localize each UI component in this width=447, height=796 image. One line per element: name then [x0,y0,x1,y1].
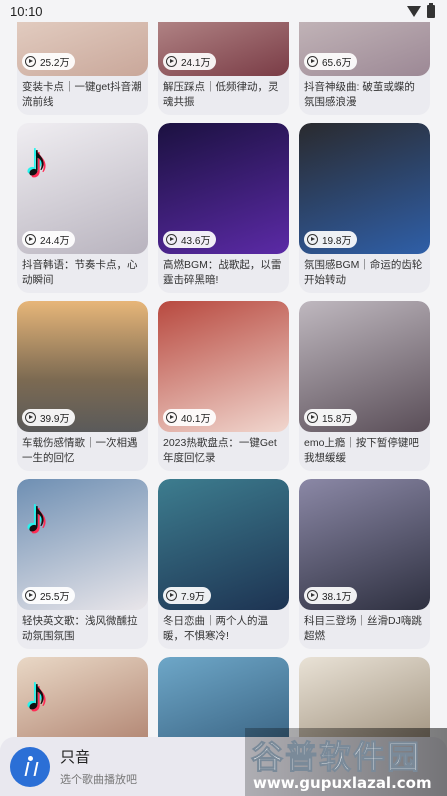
play-count-badge: 65.6万 [304,53,358,70]
player-subtitle: 选个歌曲播放吧 [60,774,137,786]
play-icon [307,590,318,601]
song-cover-image: 19.8万 [299,123,430,254]
play-count-badge: 15.8万 [304,409,358,426]
play-count-badge: 38.1万 [304,587,358,604]
battery-icon [427,2,435,18]
song-card[interactable]: 43.6万高燃BGM：战歌起，以雷霆击碎黑暗! [158,123,289,293]
play-icon [307,56,318,67]
player-text: 只音 选个歌曲播放吧 [60,746,137,787]
song-cover-image: 40.1万 [158,301,289,432]
play-icon [25,590,36,601]
play-count: 40.1万 [181,414,211,425]
song-cover-image: 38.1万 [299,479,430,610]
song-card-title: emo上瘾｜按下暂停键吧我想缓缓 [304,437,419,464]
watermark-text: 谷普软件园 [250,739,422,776]
play-count-badge: 25.2万 [22,53,76,70]
play-count: 19.8万 [322,236,352,247]
play-icon [166,234,177,245]
play-icon [307,234,318,245]
song-card-title: 车载伤感情歌｜一次相遇一生的回忆 [22,437,138,464]
tiktok-logo-icon: ♪ [25,134,48,186]
song-cover-image: 15.8万 [299,301,430,432]
watermark: 谷普软件园 www.gupuxlazal.com [245,728,447,796]
play-icon [25,56,36,67]
play-count: 65.6万 [322,58,352,69]
player-title: 只音 [60,749,91,766]
song-card[interactable]: 15.8万 emo上瘾｜按下暂停键吧我想缓缓 [299,301,430,471]
song-card[interactable]: ♪ 24.4万抖音韩语：节奏卡点，心动瞬间 [17,123,148,293]
tiktok-logo-icon: ♪ [25,490,48,542]
play-count-badge: 40.1万 [163,409,217,426]
song-card-title: 解压踩点｜低频律动，灵魂共振 [163,81,279,108]
play-count: 25.5万 [40,592,70,603]
song-card-title: 2023热歌盘点：一键Get年度回忆录 [163,437,277,464]
play-count-badge: 39.9万 [22,409,76,426]
song-cover-image: ♪ 25.5万 [17,479,148,610]
play-count: 24.4万 [40,236,70,247]
player-logo-icon [10,746,50,787]
song-card-title: 变装卡点｜一键get抖音潮流前线 [22,81,142,108]
status-bar: 10:10 [0,0,447,22]
play-count: 39.9万 [40,414,70,425]
song-cover-image: ♪ 24.4万 [17,123,148,254]
play-count-badge: 25.5万 [22,587,76,604]
song-card-title: 抖音神级曲: 破茧或蝶的氛围感浪漫 [304,81,415,108]
song-card-grid: ♪ 25.2万变装卡点｜一键get抖音潮流前线 24.1万解压踩点｜低频律动，灵魂共… [17,0,430,796]
play-count: 43.6万 [181,236,211,247]
play-count: 15.8万 [322,414,352,425]
watermark-url: www.gupuxlazal.com [253,774,432,792]
song-card[interactable]: 39.9万车载伤感情歌｜一次相遇一生的回忆 [17,301,148,471]
song-card[interactable]: ♪ 25.5万轻快英文歌：浅风微醺拉动氛围氛围 [17,479,148,649]
play-count: 25.2万 [40,58,70,69]
status-time: 10:10 [10,3,43,19]
play-count-badge: 24.4万 [22,231,76,248]
play-count-badge: 19.8万 [304,231,358,248]
play-icon [307,412,318,423]
song-card-title: 科目三登场｜丝滑DJ嗨跳超燃 [304,615,422,642]
play-count: 38.1万 [322,592,352,603]
song-card-title: 抖音韩语：节奏卡点，心动瞬间 [22,259,138,286]
play-count: 24.1万 [181,58,211,69]
song-cover-image: 43.6万 [158,123,289,254]
play-icon [25,412,36,423]
song-card[interactable]: 38.1万科目三登场｜丝滑DJ嗨跳超燃 [299,479,430,649]
play-count-badge: 24.1万 [163,53,217,70]
song-cover-image: 39.9万 [17,301,148,432]
play-count-badge: 43.6万 [163,231,217,248]
wifi-icon [407,5,421,17]
song-card[interactable]: 40.1万 2023热歌盘点：一键Get年度回忆录 [158,301,289,471]
song-card-title: 轻快英文歌：浅风微醺拉动氛围氛围 [22,615,138,642]
play-icon [166,56,177,67]
status-icons [407,2,435,18]
play-icon [25,234,36,245]
song-card-title: 氛围感BGM｜命运的齿轮开始转动 [304,259,423,286]
song-grid-area: ♪ 25.2万变装卡点｜一键get抖音潮流前线 24.1万解压踩点｜低频律动，灵魂共… [0,0,447,796]
play-icon [166,412,177,423]
tiktok-logo-icon: ♪ [25,668,48,720]
song-cover-image: 7.9万 [158,479,289,610]
song-card[interactable]: 7.9万冬日恋曲｜两个人的温暖，不惧寒冷! [158,479,289,649]
song-card-title: 高燃BGM：战歌起，以雷霆击碎黑暗! [163,259,282,286]
play-icon [166,590,177,601]
song-card-title: 冬日恋曲｜两个人的温暖，不惧寒冷! [163,615,268,642]
song-card[interactable]: 19.8万氛围感BGM｜命运的齿轮开始转动 [299,123,430,293]
play-count: 7.9万 [181,592,205,603]
play-count-badge: 7.9万 [163,587,211,604]
